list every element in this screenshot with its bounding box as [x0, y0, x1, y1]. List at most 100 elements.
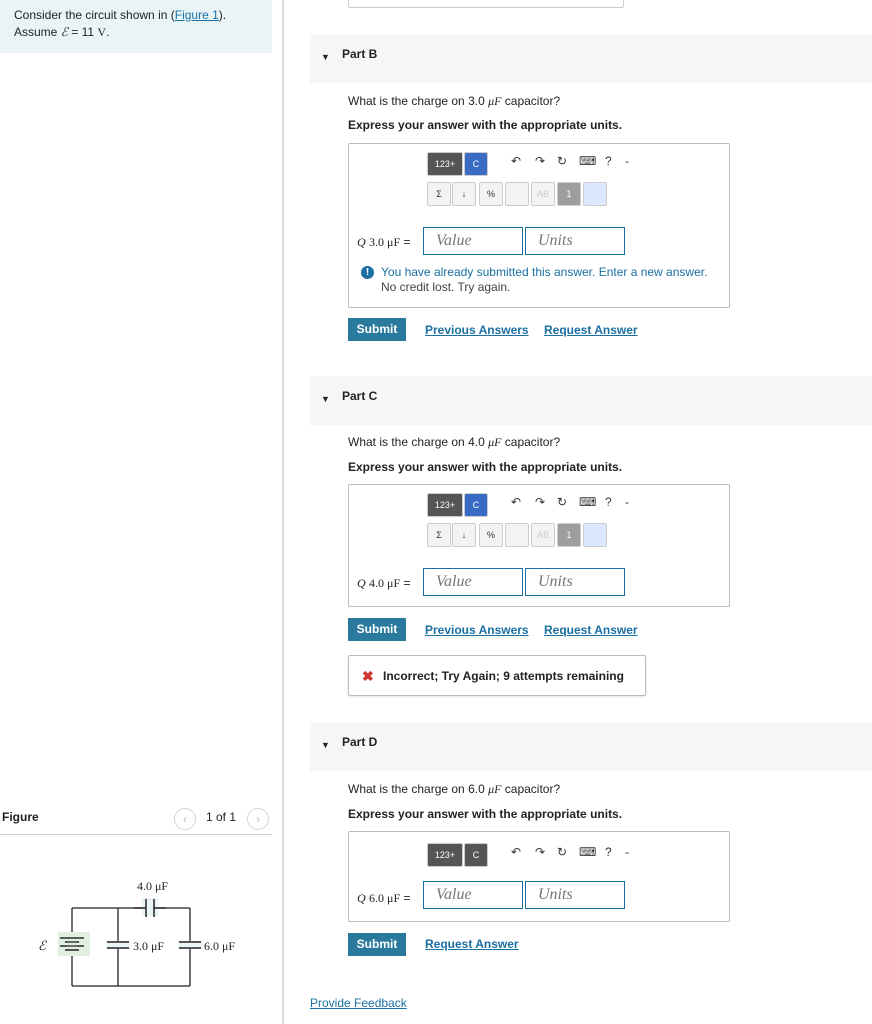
redo-icon[interactable]: ↷ — [535, 845, 545, 859]
undo-icon[interactable]: ↶ — [511, 845, 521, 859]
part-d-title: Part D — [342, 735, 378, 749]
incorrect-x-icon: ✖ — [362, 668, 374, 684]
part-b-variable: Q 3.0 μF = — [357, 235, 411, 249]
part-d-units-input[interactable] — [525, 881, 625, 909]
part-c-incorrect-feedback: ✖ Incorrect; Try Again; 9 attempts remai… — [348, 655, 646, 696]
sigma-button[interactable]: Σ — [427, 523, 451, 547]
one-button[interactable]: 1 — [557, 182, 581, 206]
intro-text: Consider the circuit shown in ( — [14, 8, 175, 22]
part-c-value-input[interactable] — [423, 568, 523, 596]
part-d-value-input[interactable] — [423, 881, 523, 909]
part-d-question: What is the charge on 6.0 μF capacitor? — [348, 782, 561, 796]
part-b-previous-answers-link[interactable]: Previous Answers — [425, 323, 529, 337]
part-c-variable: Q 4.0 μF = — [357, 576, 411, 590]
templates-button[interactable]: 123+ — [427, 843, 463, 867]
ab-button[interactable]: AB — [531, 182, 555, 206]
figure-link[interactable]: Figure 1 — [175, 8, 219, 22]
blank-button[interactable] — [505, 523, 529, 547]
circuit-c1-label: 4.0 μF — [137, 879, 168, 893]
part-d-submit-button[interactable]: Submit — [348, 933, 406, 956]
part-c-answer-box: 123+ C ↶ ↷ ↻ ⌨ ? - Σ ↓ % AB 1 Q 4.0 μF = — [348, 484, 730, 607]
part-c-request-answer-link[interactable]: Request Answer — [544, 623, 638, 637]
dash-icon: - — [625, 495, 629, 509]
circuit-c2-label: 3.0 μF — [133, 939, 164, 953]
templates-button[interactable]: 123+ — [427, 152, 463, 176]
fraction-button[interactable] — [583, 523, 607, 547]
caret-down-icon: ▼ — [321, 52, 330, 62]
part-b-question: What is the charge on 3.0 μF capacitor? — [348, 94, 561, 108]
arrow-down-button[interactable]: ↓ — [452, 523, 476, 547]
figure-next-button[interactable]: › — [247, 808, 269, 830]
help-icon[interactable]: ? — [605, 845, 612, 859]
emf-value: = 11 — [67, 25, 98, 39]
c-button[interactable]: C — [464, 843, 488, 867]
part-b-value-input[interactable] — [423, 227, 523, 255]
figure-title: Figure — [2, 810, 39, 824]
emf-symbol: ℰ — [60, 25, 68, 39]
part-c-instruction: Express your answer with the appropriate… — [348, 460, 623, 474]
sigma-button[interactable]: Σ — [427, 182, 451, 206]
dash-icon: - — [625, 845, 629, 859]
assume-label: Assume — [14, 25, 61, 39]
incorrect-message: Incorrect; Try Again; 9 attempts remaini… — [383, 669, 624, 683]
part-b-title: Part B — [342, 47, 378, 61]
part-c-title: Part C — [342, 389, 378, 403]
part-d-variable: Q 6.0 μF = — [357, 891, 411, 905]
part-b-units-input[interactable] — [525, 227, 625, 255]
problem-intro: Consider the circuit shown in (Figure 1)… — [0, 0, 272, 53]
part-d-request-answer-link[interactable]: Request Answer — [425, 937, 519, 951]
c-button[interactable]: C — [464, 493, 488, 517]
redo-icon[interactable]: ↷ — [535, 495, 545, 509]
reset-icon[interactable]: ↻ — [557, 154, 567, 168]
part-b-submit-button[interactable]: Submit — [348, 318, 406, 341]
circuit-c3-label: 6.0 μF — [204, 939, 235, 953]
caret-down-icon: ▼ — [321, 740, 330, 750]
help-icon[interactable]: ? — [605, 154, 612, 168]
arrow-down-button[interactable]: ↓ — [452, 182, 476, 206]
percent-button[interactable]: % — [479, 523, 503, 547]
math-toolbar: 123+ C ↶ ↷ ↻ ⌨ ? - Σ ↓ % AB 1 — [427, 144, 629, 214]
undo-icon[interactable]: ↶ — [511, 495, 521, 509]
part-c-question: What is the charge on 4.0 μF capacitor? — [348, 435, 561, 449]
circuit-emf-label: ℰ — [38, 938, 47, 953]
c-button[interactable]: C — [464, 152, 488, 176]
left-panel: Consider the circuit shown in (Figure 1)… — [0, 0, 284, 1024]
blank-button[interactable] — [505, 182, 529, 206]
notice-line2: No credit lost. Try again. — [381, 280, 511, 294]
info-icon: ! — [361, 266, 374, 279]
templates-button[interactable]: 123+ — [427, 493, 463, 517]
keyboard-icon[interactable]: ⌨ — [579, 845, 596, 859]
help-icon[interactable]: ? — [605, 495, 612, 509]
part-c-header[interactable]: ▼ Part C — [310, 376, 872, 425]
part-c-submit-button[interactable]: Submit — [348, 618, 406, 641]
figure-header: Figure ‹ 1 of 1 › — [0, 803, 272, 835]
keyboard-icon[interactable]: ⌨ — [579, 154, 596, 168]
math-toolbar: 123+ C ↶ ↷ ↻ ⌨ ? - Σ ↓ % AB 1 — [427, 485, 629, 555]
part-d-header[interactable]: ▼ Part D — [310, 722, 872, 771]
figure-prev-button[interactable]: ‹ — [174, 808, 196, 830]
part-b-header[interactable]: ▼ Part B — [310, 34, 872, 83]
redo-icon[interactable]: ↷ — [535, 154, 545, 168]
one-button[interactable]: 1 — [557, 523, 581, 547]
dash-icon: - — [625, 154, 629, 168]
part-d-instruction: Express your answer with the appropriate… — [348, 807, 623, 821]
fraction-button[interactable] — [583, 182, 607, 206]
reset-icon[interactable]: ↻ — [557, 495, 567, 509]
provide-feedback-link[interactable]: Provide Feedback — [310, 996, 407, 1010]
ab-button[interactable]: AB — [531, 523, 555, 547]
circuit-diagram: ℰ 4.0 μF 3.0 μF 6.0 μF — [38, 879, 235, 987]
part-b-request-answer-link[interactable]: Request Answer — [544, 323, 638, 337]
caret-down-icon: ▼ — [321, 394, 330, 404]
part-c-units-input[interactable] — [525, 568, 625, 596]
intro-text-end: ). — [218, 8, 227, 22]
emf-unit: V — [97, 25, 107, 39]
part-d-answer-box: 123+ C ↶ ↷ ↻ ⌨ ? - Q 6.0 μF = — [348, 831, 730, 922]
undo-icon[interactable]: ↶ — [511, 154, 521, 168]
figure-count: 1 of 1 — [206, 810, 237, 824]
part-a-answer-box — [348, 0, 624, 8]
keyboard-icon[interactable]: ⌨ — [579, 495, 596, 509]
percent-button[interactable]: % — [479, 182, 503, 206]
part-c-previous-answers-link[interactable]: Previous Answers — [425, 623, 529, 637]
assume-end: . — [106, 25, 110, 39]
reset-icon[interactable]: ↻ — [557, 845, 567, 859]
